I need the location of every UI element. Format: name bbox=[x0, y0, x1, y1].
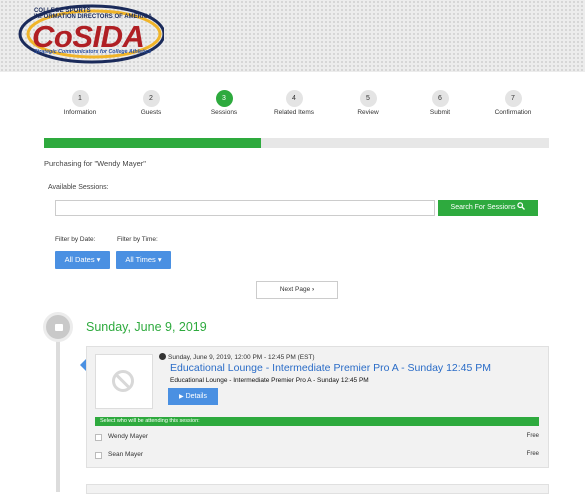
step-submit[interactable]: 6 Submit bbox=[404, 90, 476, 116]
search-icon bbox=[517, 202, 526, 210]
step-number: 6 bbox=[431, 90, 449, 107]
step-number: 3 bbox=[215, 90, 233, 107]
clock-icon bbox=[159, 353, 166, 360]
timeline-line bbox=[56, 340, 60, 492]
details-button[interactable]: ▶ Details bbox=[168, 388, 218, 405]
progress-bar bbox=[44, 138, 549, 148]
site-header: COLLEGE SPORTS INFORMATION DIRECTORS OF … bbox=[0, 0, 585, 72]
purchasing-for-text: Purchasing for "Wendy Mayer" bbox=[44, 159, 146, 168]
next-session-card bbox=[86, 484, 549, 494]
step-number: 5 bbox=[359, 90, 377, 107]
step-label: Related Items bbox=[273, 109, 315, 116]
attendee-price: Free bbox=[526, 433, 539, 439]
session-time: Sunday, June 9, 2019, 12:00 PM - 12:45 P… bbox=[159, 353, 315, 361]
all-times-dropdown[interactable]: All Times ▾ bbox=[116, 251, 171, 269]
session-time-text: Sunday, June 9, 2019, 12:00 PM - 12:45 P… bbox=[168, 354, 315, 361]
all-times-label: All Times bbox=[125, 255, 156, 264]
step-number: 4 bbox=[285, 90, 303, 107]
filter-by-time-label: Filter by Time: bbox=[117, 236, 158, 243]
session-search-input[interactable] bbox=[55, 200, 435, 216]
attendee-name: Sean Mayer bbox=[108, 451, 144, 458]
attendee-checkbox[interactable] bbox=[95, 434, 102, 441]
step-number: 2 bbox=[142, 90, 160, 107]
all-dates-dropdown[interactable]: All Dates ▾ bbox=[55, 251, 110, 269]
step-label: Submit bbox=[429, 109, 451, 116]
session-title-link[interactable]: Educational Lounge - Intermediate Premie… bbox=[170, 362, 491, 374]
attendee-row[interactable]: Wendy Mayer Free bbox=[95, 432, 539, 444]
no-image-icon bbox=[112, 370, 134, 392]
next-page-button[interactable]: Next Page › bbox=[256, 281, 338, 299]
next-page-label: Next Page bbox=[279, 286, 311, 293]
search-sessions-button[interactable]: Search For Sessions bbox=[438, 200, 538, 216]
filter-by-date-label: Filter by Date: bbox=[55, 236, 96, 243]
step-guests[interactable]: 2 Guests bbox=[115, 90, 187, 116]
timeline-marker bbox=[43, 312, 73, 342]
step-review[interactable]: 5 Review bbox=[332, 90, 404, 116]
cosida-logo[interactable]: COLLEGE SPORTS INFORMATION DIRECTORS OF … bbox=[14, 3, 164, 65]
step-label: Review bbox=[357, 109, 379, 116]
caret-right-icon: ▶ bbox=[179, 394, 184, 400]
step-label: Sessions bbox=[210, 109, 238, 116]
calendar-icon bbox=[55, 324, 63, 331]
card-pointer-icon bbox=[80, 359, 86, 371]
session-image-placeholder bbox=[95, 354, 153, 409]
session-subtitle: Educational Lounge - Intermediate Premie… bbox=[170, 377, 369, 384]
details-label: Details bbox=[185, 393, 207, 400]
all-dates-label: All Dates bbox=[64, 255, 95, 264]
attendee-row[interactable]: Sean Mayer Free bbox=[95, 450, 539, 462]
chevron-down-icon: ▾ bbox=[96, 255, 101, 264]
step-label: Guests bbox=[140, 109, 162, 116]
search-button-label: Search For Sessions bbox=[450, 204, 516, 211]
step-information[interactable]: 1 Information bbox=[44, 90, 116, 116]
step-label: Information bbox=[63, 109, 97, 116]
chevron-down-icon: ▾ bbox=[157, 255, 162, 264]
available-sessions-label: Available Sessions: bbox=[48, 184, 109, 191]
attendee-select-header: Select who will be attending this sessio… bbox=[95, 417, 539, 426]
step-number: 7 bbox=[504, 90, 522, 107]
step-confirmation[interactable]: 7 Confirmation bbox=[477, 90, 549, 116]
chevron-right-icon: › bbox=[312, 286, 315, 293]
step-related-items[interactable]: 4 Related Items bbox=[258, 90, 330, 116]
step-sessions[interactable]: 3 Sessions bbox=[188, 90, 260, 116]
step-label: Confirmation bbox=[494, 109, 532, 116]
logo-tagline: Strategic Communicators for College Athl… bbox=[34, 49, 152, 55]
date-heading: Sunday, June 9, 2019 bbox=[86, 320, 207, 334]
attendee-checkbox[interactable] bbox=[95, 452, 102, 459]
progress-fill bbox=[44, 138, 262, 148]
attendee-price: Free bbox=[526, 451, 539, 457]
attendee-name: Wendy Mayer bbox=[108, 433, 148, 440]
step-number: 1 bbox=[71, 90, 89, 107]
checkout-steps: 1 Information 2 Guests 3 Sessions 4 Rela… bbox=[40, 90, 550, 120]
